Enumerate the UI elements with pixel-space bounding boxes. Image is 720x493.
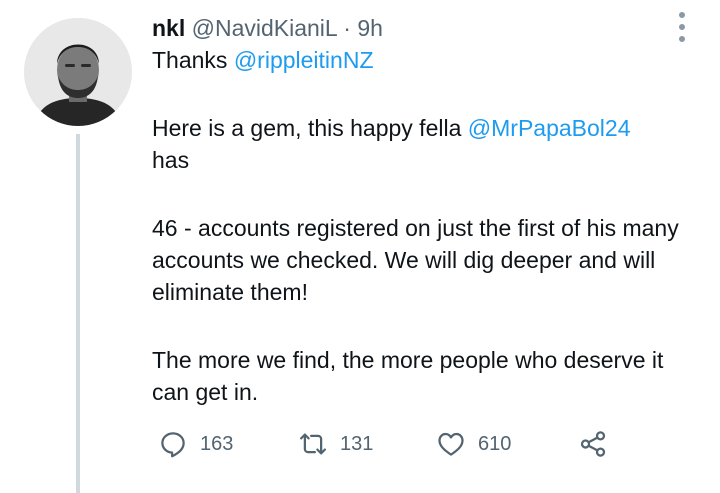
reply-count: 163 <box>200 432 234 455</box>
user-handle[interactable]: @NavidKianiL <box>192 15 337 41</box>
more-vertical-icon <box>679 24 685 30</box>
share-icon <box>580 431 606 457</box>
more-vertical-icon <box>679 36 685 42</box>
tweet-timestamp[interactable]: 9h <box>357 15 383 41</box>
mention-link[interactable]: @rippleitinNZ <box>234 47 374 73</box>
display-name[interactable]: nkl <box>152 15 185 41</box>
avatar-photo <box>24 18 132 126</box>
more-vertical-icon <box>679 12 685 18</box>
like-button[interactable]: 610 <box>436 424 511 464</box>
thanks-text: Thanks <box>152 47 234 73</box>
paragraph-text: Here is a gem, this happy fella <box>152 115 468 141</box>
retweet-icon <box>300 433 326 455</box>
reply-icon <box>161 432 185 458</box>
separator-dot: · <box>343 15 351 41</box>
more-options-button[interactable] <box>670 10 694 44</box>
share-button[interactable] <box>578 424 608 464</box>
like-count: 610 <box>478 432 512 455</box>
retweet-button[interactable]: 131 <box>298 424 373 464</box>
paragraph-text: has <box>152 147 190 173</box>
tweet-line-thanks: Thanks @rippleitinNZ <box>152 44 692 76</box>
tweet-header: nkl @NavidKianiL · 9h <box>152 14 383 42</box>
heart-icon <box>438 432 464 456</box>
reply-button[interactable]: 163 <box>158 424 233 464</box>
tweet-actions: 163 131 610 <box>152 424 632 464</box>
mention-link[interactable]: @MrPapaBol24 <box>468 115 631 141</box>
retweet-count: 131 <box>340 432 374 455</box>
avatar[interactable] <box>24 18 132 126</box>
thread-line <box>76 134 80 493</box>
tweet-paragraph-2: 46 - accounts registered on just the fir… <box>152 215 679 305</box>
tweet-paragraph-1: Here is a gem, this happy fella @MrPapaB… <box>152 112 692 176</box>
tweet-text: Thanks @rippleitinNZ Here is a gem, this… <box>152 44 692 408</box>
tweet-paragraph-3: The more we find, the more people who de… <box>152 347 664 405</box>
